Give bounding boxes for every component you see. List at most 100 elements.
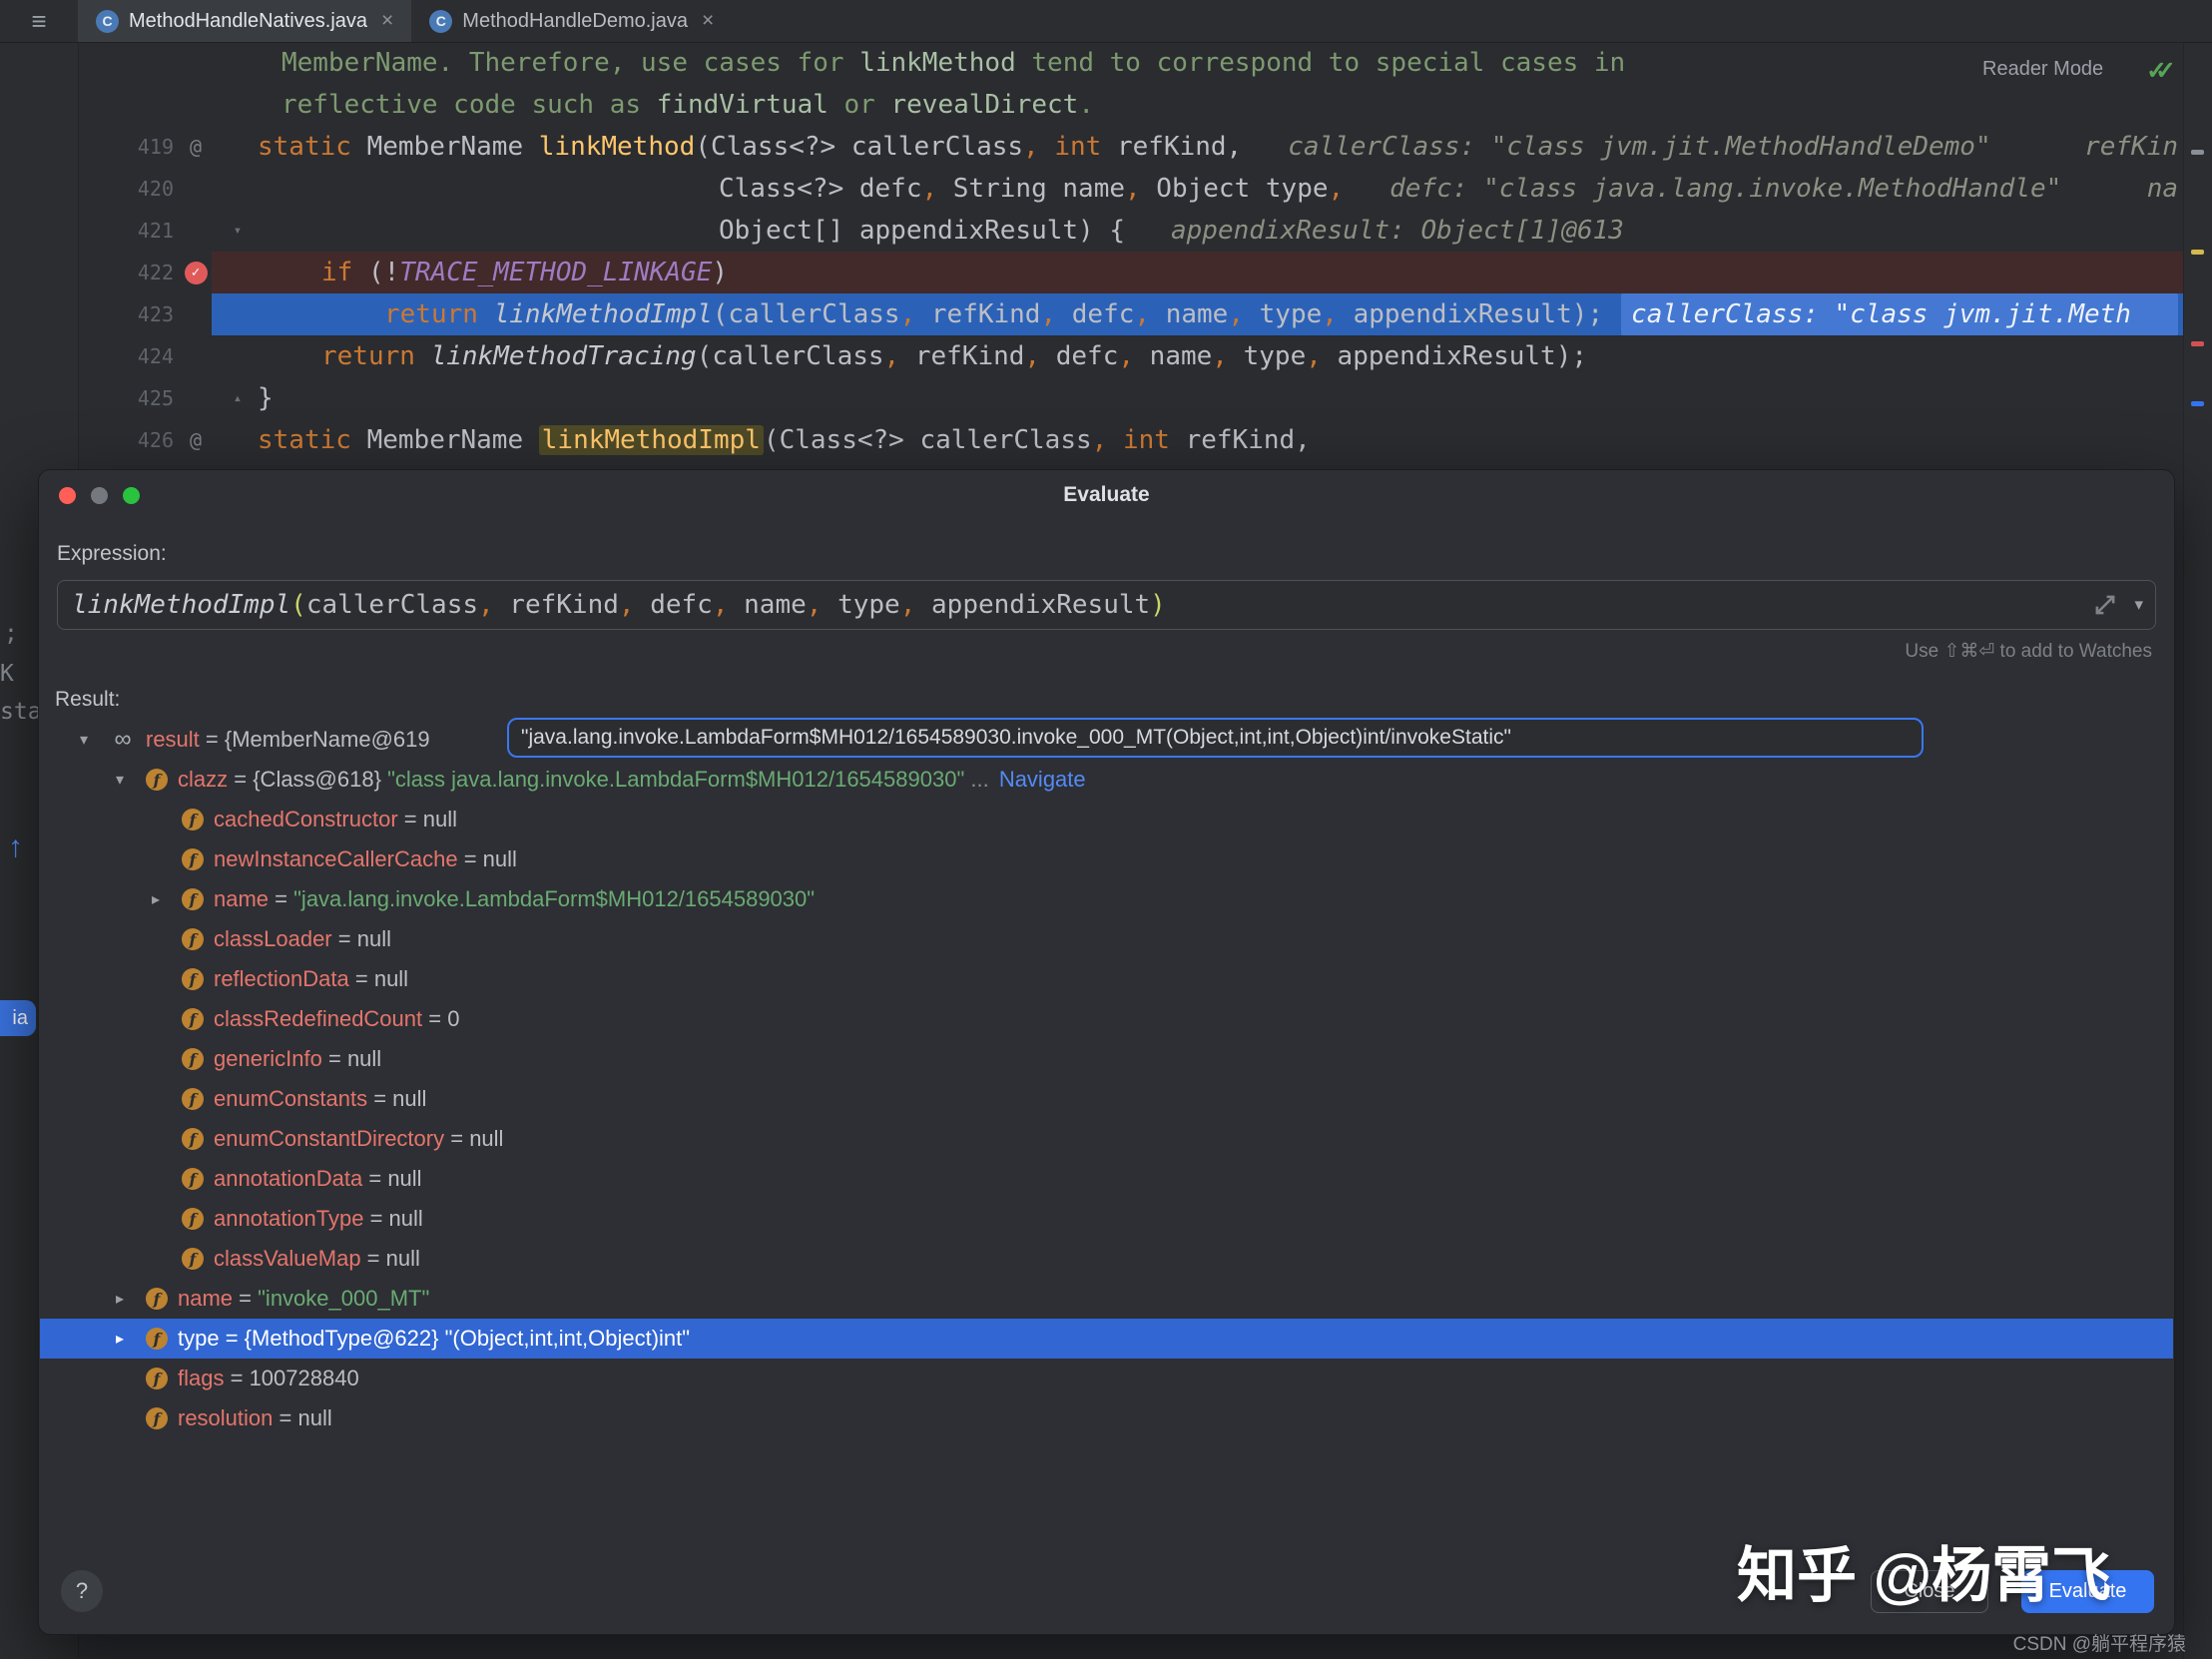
code-line[interactable]: 420 Class<?> defc, String name, Object ty… [78,168,2184,210]
code-line[interactable]: 426 @ static MemberName linkMethodImpl (Cla… [78,419,2184,461]
code-token: revealDirect [890,90,1079,120]
line-number[interactable]: 422 [78,252,174,293]
chevron-right-icon[interactable]: ▸ [152,889,182,909]
code-line[interactable]: 425 ▴} [78,377,2184,419]
tree-row[interactable]: f classLoader = null [40,919,2173,959]
code-text: Class<?> defc, String name, Object type,… [258,168,2184,210]
step-out-icon[interactable]: ↑ [8,830,23,864]
watermark-zhihu: 知乎 @杨霄飞 [1737,1542,2112,1609]
tab-close-icon[interactable]: × [702,9,714,33]
equals-sign: = [228,767,254,792]
code-line[interactable]: MemberName. Therefore, use cases for lin… [78,42,2184,84]
tree-row[interactable]: f flags = 100728840 [40,1359,2173,1398]
field-icon: f [182,1128,204,1150]
inline-debug-hint: callerClass: "class jvm.jit.MethodHandle… [1288,132,1991,162]
tree-row[interactable]: f annotationType = null [40,1199,2173,1239]
code-token: , [1306,341,1322,371]
history-dropdown-icon[interactable]: ▾ [2134,595,2143,615]
stripe-mark[interactable] [2191,341,2204,346]
main-menu-button[interactable]: ≡ [0,0,78,42]
code-line[interactable]: 421 ▾ Object[] appendixResult) {appendixRe… [78,210,2184,252]
stripe-mark[interactable] [2191,150,2204,155]
line-number[interactable]: 423 [78,293,174,335]
stripe-mark[interactable] [2191,401,2204,406]
tab-methodhandledemo[interactable]: C MethodHandleDemo.java × [411,0,732,42]
tree-row[interactable]: f annotationData = null [40,1159,2173,1199]
tree-row[interactable]: f resolution = null [40,1398,2173,1438]
line-number[interactable]: 419 [78,126,174,168]
clipped-editor-text: K [0,661,14,687]
tree-row[interactable]: f classValueMap = null [40,1239,2173,1279]
breakpoint-icon[interactable]: ✓ [174,261,218,284]
tree-row[interactable]: ▸ f name = "invoke_000_MT" [40,1279,2173,1319]
tree-row[interactable]: f cachedConstructor = null [40,800,2173,839]
tab-close-icon[interactable]: × [381,9,393,33]
equals-sign: = [422,1006,448,1031]
code-token: linkMethodImpl [72,590,291,620]
result-label: Result: [55,688,121,711]
line-number[interactable]: 426 [78,419,174,461]
tree-row[interactable]: ▾ f clazz = {Class@618} "class java.lang.i… [40,760,2173,800]
tree-row[interactable]: ▸ f type = {MethodType@622} "(Object,int,i… [40,1319,2173,1359]
code-text: static MemberName linkMethod(Class<?> ca… [258,126,2184,168]
variable-value: null [392,1086,427,1111]
line-number[interactable]: 424 [78,335,174,377]
field-icon: f [182,809,204,830]
equals-sign: = [360,1246,386,1271]
code-text: return linkMethodImpl(callerClass, refKi… [258,293,2184,335]
expand-editor-icon[interactable] [2092,592,2118,618]
fold-icon[interactable]: ▾ [218,210,258,252]
java-class-icon: C [429,9,453,33]
reader-mode-label[interactable]: Reader Mode [1982,58,2103,81]
stripe-mark[interactable] [2191,250,2204,255]
tree-row[interactable]: f genericInfo = null [40,1039,2173,1079]
line-number[interactable]: 421 [78,210,174,252]
code-line[interactable]: 419 @ static MemberName linkMethod(Class<?… [78,126,2184,168]
inspections-ok-icon[interactable]: ✓✓ [2146,56,2176,86]
line-number[interactable]: 425 [78,377,174,419]
tree-row[interactable]: f classRedefinedCount = 0 [40,999,2173,1039]
code-line[interactable]: 424 return linkMethodTracing(callerClass,… [78,335,2184,377]
code-text: if (!TRACE_METHOD_LINKAGE) [258,252,2184,293]
help-button[interactable]: ? [61,1570,103,1612]
tree-row[interactable]: f reflectionData = null [40,959,2173,999]
result-value-field[interactable]: "java.lang.invoke.LambdaForm$MH012/16545… [507,718,1924,758]
code-line[interactable]: 423 return linkMethodImpl(callerClass, re… [78,293,2184,335]
evaluate-dialog: Evaluate Expression: linkMethodImpl(call… [38,469,2175,1635]
code-token: , [806,590,823,620]
fold-icon[interactable]: ▴ [218,377,258,419]
tree-row[interactable]: f newInstanceCallerCache = null [40,839,2173,879]
code-token: int [1054,132,1102,162]
chevron-down-icon[interactable]: ▾ [116,770,146,790]
line-number[interactable]: 420 [78,168,174,210]
navigate-link[interactable]: Navigate [999,767,1086,793]
variable-name: enumConstantDirectory [214,1126,445,1151]
field-icon: f [146,1328,168,1350]
tab-label: MethodHandleDemo.java [462,9,688,32]
tab-methodhandlenatives[interactable]: C MethodHandleNatives.java × [78,0,412,42]
code-line[interactable]: 422 ✓ if (!TRACE_METHOD_LINKAGE) [78,252,2184,293]
string-value: "invoke_000_MT" [258,1286,430,1311]
error-stripe[interactable] [2183,42,2212,1659]
code-text: } [258,377,2184,419]
chevron-down-icon[interactable]: ▾ [80,730,110,750]
chevron-right-icon[interactable]: ▸ [116,1289,146,1309]
tree-row[interactable]: ▾ ∞ result = {MemberName@619 "java.lang.inv… [40,718,2173,760]
code-token: , [1322,299,1338,329]
code-token: refKind [915,299,1041,329]
expression-input[interactable]: linkMethodImpl(callerClass, refKind, def… [57,580,2156,630]
tree-row[interactable]: f enumConstantDirectory = null [40,1119,2173,1159]
tree-row[interactable]: f enumConstants = null [40,1079,2173,1119]
code-line[interactable]: reflective code such as findVirtual or r… [78,84,2184,126]
equals-sign: = [199,727,225,752]
tree-row[interactable]: ▸ f name = "java.lang.invoke.LambdaForm$MH… [40,879,2173,919]
field-icon: f [182,1168,204,1190]
code-token: linkMethodImpl [493,299,713,329]
variable-name: classLoader [214,926,332,951]
variable-name: flags [178,1366,225,1390]
tool-window-tab-clipped[interactable]: ia [0,1000,36,1036]
chevron-right-icon[interactable]: ▸ [116,1329,146,1349]
variable-name: annotationType [214,1206,364,1231]
code-token: MemberName. Therefore, use cases for [281,48,860,78]
